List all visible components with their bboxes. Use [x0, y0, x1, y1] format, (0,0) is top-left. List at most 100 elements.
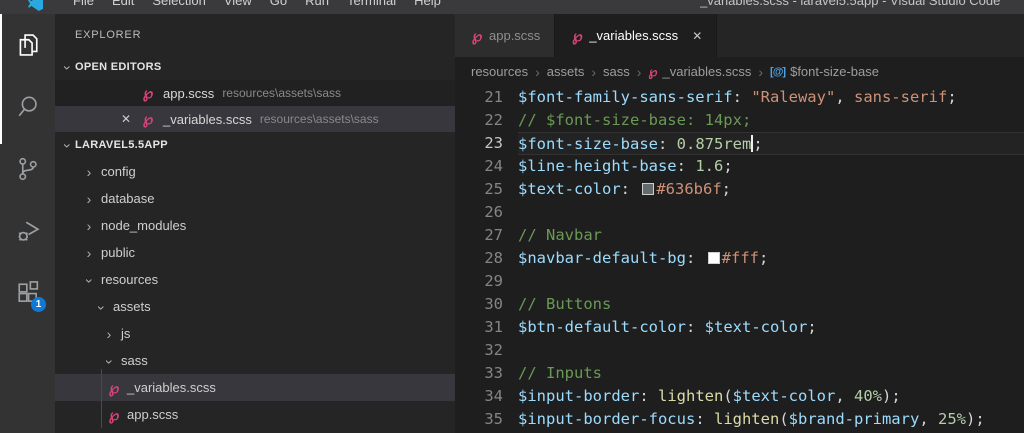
tree-item-config[interactable]: ›config	[55, 158, 455, 185]
menu-terminal[interactable]: Terminal	[338, 0, 405, 8]
code-line-28[interactable]: 28$navbar-default-bg: #fff;	[455, 247, 1024, 270]
token: 1.6	[695, 157, 723, 175]
tree-item-database[interactable]: ›database	[55, 185, 455, 212]
code-line-21[interactable]: 21$font-family-sans-serif: "Raleway", sa…	[455, 86, 1024, 109]
vscode-window: FileEditSelectionViewGoRunTerminalHelp _…	[0, 0, 1024, 433]
tab-bar: ℘app.scss ℘ _variables.scss ✕	[455, 14, 1024, 57]
token: );	[882, 387, 901, 405]
code-line-22[interactable]: 22// $font-size-base: 14px;	[455, 109, 1024, 132]
chevron-down-icon: ›	[102, 353, 118, 369]
menu-help[interactable]: Help	[405, 0, 450, 8]
token: $line-height-base	[518, 157, 677, 175]
line-content: // $font-size-base: 14px;	[518, 109, 1024, 132]
token: "Raleway"	[751, 88, 835, 106]
color-swatch[interactable]	[708, 252, 720, 264]
tree-item-resources[interactable]: ›resources	[55, 266, 455, 293]
code-line-33[interactable]: 33// Inputs	[455, 362, 1024, 385]
extensions-badge: 1	[31, 297, 46, 312]
open-editor-_variables.scss[interactable]: ✕℘_variables.scssresources\assets\sass	[55, 106, 455, 132]
line-content: $input-border-focus: lighten($brand-prim…	[518, 408, 1024, 431]
tab-label: _variables.scss	[589, 28, 678, 43]
tree-item-_variables.scss[interactable]: ℘ _variables.scss	[55, 374, 455, 401]
chevron-separator-icon: ›	[535, 64, 540, 80]
code-line-34[interactable]: 34$input-border: lighten($text-color, 40…	[455, 385, 1024, 408]
token: #636b6f	[656, 180, 721, 198]
token: $text-color	[705, 318, 808, 336]
breadcrumb-item-resources[interactable]: resources	[471, 64, 528, 79]
color-swatch[interactable]	[642, 183, 654, 195]
token: ,	[919, 410, 938, 428]
token: $navbar-default-bg	[518, 249, 686, 267]
tree-item-label: app.scss	[127, 407, 178, 422]
code-line-23[interactable]: 23$font-size-base: 0.875rem;	[455, 132, 1024, 155]
tab-app.scss[interactable]: ℘app.scss	[455, 14, 555, 57]
close-editor-button[interactable]: ✕	[113, 112, 139, 126]
tree-item-label: resources	[101, 272, 158, 287]
file-path: resources\assets\sass	[260, 112, 379, 126]
line-number: 21	[455, 86, 518, 109]
file-name: _variables.scss	[163, 112, 252, 127]
line-number: 33	[455, 362, 518, 385]
code-line-29[interactable]: 29	[455, 270, 1024, 293]
breadcrumb: resources›assets›sass›℘_variables.scss›[…	[455, 57, 1024, 86]
tree-item-sass[interactable]: ›sass	[55, 347, 455, 374]
tree-item-label: _variables.scss	[127, 380, 216, 395]
menu-edit[interactable]: Edit	[103, 0, 143, 8]
line-content	[518, 339, 1024, 362]
tree-item-assets[interactable]: ›assets	[55, 293, 455, 320]
token: :	[686, 318, 705, 336]
tree-item-js[interactable]: ›js	[55, 320, 455, 347]
code-line-24[interactable]: 24$line-height-base: 1.6;	[455, 155, 1024, 178]
project-header[interactable]: › LARAVEL5.5APP	[55, 132, 455, 158]
token: // Inputs	[518, 364, 602, 382]
run-debug-icon	[14, 217, 42, 245]
token: sans-serif	[854, 88, 947, 106]
breadcrumb-item-font-size-base[interactable]: [@]$font-size-base	[770, 64, 879, 79]
activity-explorer-button[interactable]	[0, 14, 55, 76]
tab-_variables.scss[interactable]: ℘ _variables.scss ✕	[555, 14, 717, 57]
sass-icon: ℘	[569, 27, 585, 45]
close-tab-button[interactable]: ✕	[692, 29, 702, 43]
menu-view[interactable]: View	[215, 0, 261, 8]
line-number: 23	[455, 132, 518, 155]
token: :	[677, 157, 696, 175]
token: );	[966, 410, 985, 428]
line-number: 29	[455, 270, 518, 293]
code-line-27[interactable]: 27// Navbar	[455, 224, 1024, 247]
code-line-32[interactable]: 32	[455, 339, 1024, 362]
menu-run[interactable]: Run	[296, 0, 338, 8]
menu-file[interactable]: File	[64, 0, 103, 8]
titlebar: FileEditSelectionViewGoRunTerminalHelp _…	[0, 0, 1024, 14]
tree-item-app.scss[interactable]: ℘app.scss	[55, 401, 455, 428]
sass-icon: ℘	[105, 379, 123, 397]
menu-go[interactable]: Go	[261, 0, 296, 8]
breadcrumb-item-sass[interactable]: sass	[603, 64, 630, 79]
activity-search-button[interactable]	[0, 76, 55, 138]
activity-source-control-button[interactable]	[0, 138, 55, 200]
line-number: 22	[455, 109, 518, 132]
open-editor-app.scss[interactable]: ℘app.scssresources\assets\sass	[55, 80, 455, 106]
token: ;	[753, 135, 762, 153]
chevron-right-icon: ›	[81, 218, 97, 234]
token: $font-size-base	[518, 135, 658, 153]
line-number: 31	[455, 316, 518, 339]
activity-extensions-button[interactable]: 1	[0, 262, 55, 324]
code-line-30[interactable]: 30// Buttons	[455, 293, 1024, 316]
breadcrumb-item-_variables.scss[interactable]: ℘_variables.scss	[648, 64, 751, 80]
breadcrumb-item-assets[interactable]: assets	[547, 64, 585, 79]
code-line-31[interactable]: 31$btn-default-color: $text-color;	[455, 316, 1024, 339]
tree-item-public[interactable]: ›public	[55, 239, 455, 266]
tree-item-node_modules[interactable]: ›node_modules	[55, 212, 455, 239]
breadcrumb-label: sass	[603, 64, 630, 79]
token: :	[686, 249, 705, 267]
code-line-25[interactable]: 25$text-color: #636b6f;	[455, 178, 1024, 201]
file-name: app.scss	[163, 86, 214, 101]
menu-selection[interactable]: Selection	[143, 0, 214, 8]
activity-run-debug-button[interactable]	[0, 200, 55, 262]
code-editor[interactable]: 21$font-family-sans-serif: "Raleway", sa…	[455, 86, 1024, 433]
token: :	[621, 180, 640, 198]
code-line-35[interactable]: 35$input-border-focus: lighten($brand-pr…	[455, 408, 1024, 431]
open-editors-header[interactable]: › OPEN EDITORS	[55, 54, 455, 80]
code-line-26[interactable]: 26	[455, 201, 1024, 224]
editor-group: ℘app.scss℘_variables.scss✕ resources›ass…	[455, 14, 1024, 433]
